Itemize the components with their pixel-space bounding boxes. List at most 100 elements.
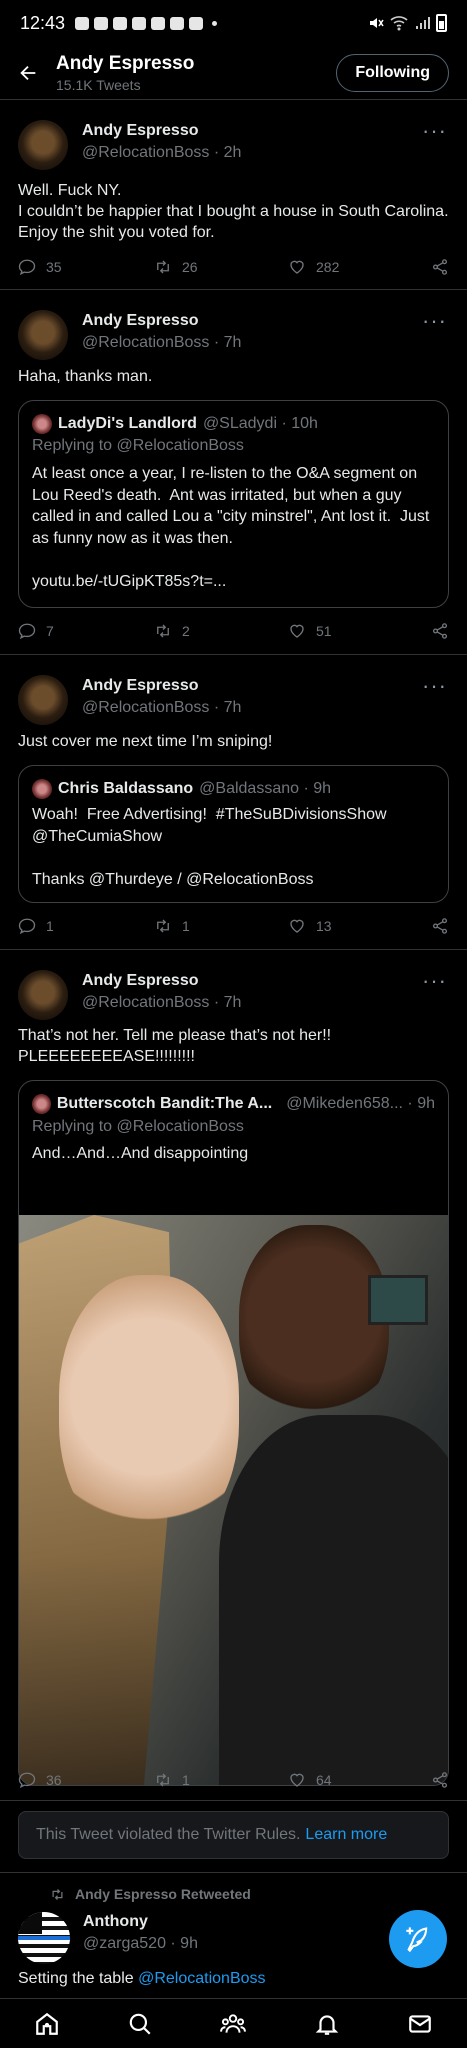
- quoted-handle: @Baldassano · 9h: [199, 780, 332, 797]
- quoted-tweet[interactable]: LadyDi's Landlord @SLadydi · 10h Replyin…: [18, 400, 449, 608]
- learn-more-link[interactable]: Learn more: [305, 1826, 387, 1844]
- more-options-icon[interactable]: ···: [422, 673, 447, 699]
- header-tweet-count: 15.1K Tweets: [56, 76, 141, 93]
- quoted-display-name: Butterscotch Bandit:The A...: [56, 1095, 273, 1112]
- like-button[interactable]: 282: [288, 258, 339, 276]
- display-name[interactable]: Andy Espresso: [82, 972, 241, 990]
- bottom-navigation: [0, 1998, 467, 2048]
- more-options-icon[interactable]: ···: [422, 968, 447, 994]
- avatar[interactable]: [18, 120, 68, 170]
- like-count: 282: [316, 259, 340, 275]
- retweeted-label: Andy Espresso Retweeted: [75, 1886, 251, 1902]
- heart-icon: [290, 260, 304, 274]
- share-icon: [432, 259, 448, 275]
- status-bar: 12:43: [0, 0, 467, 46]
- following-button[interactable]: Following: [336, 53, 449, 92]
- tweet[interactable]: Andy Espresso @RelocationBoss · 2h ··· W…: [0, 100, 467, 290]
- avatar[interactable]: [18, 675, 68, 725]
- tweet-actions: 35 26 282: [18, 255, 449, 279]
- handle-and-time: @RelocationBoss · 2h: [82, 144, 242, 161]
- display-name[interactable]: Anthony: [83, 1913, 148, 1931]
- tweet[interactable]: Andy Espresso @RelocationBoss · 7h ··· H…: [0, 290, 467, 655]
- quoted-text: At least once a year, I re-listen to the…: [32, 465, 430, 590]
- tweet-text: Setting the table @RelocationBoss: [18, 1970, 266, 1988]
- tweet-text: That’s not her. Tell me please that’s no…: [18, 1027, 332, 1065]
- retweet-button[interactable]: 26: [154, 258, 198, 276]
- notifications-bell-icon[interactable]: [314, 2011, 340, 2037]
- quoted-display-name: Chris Baldassano: [58, 780, 194, 797]
- quoted-text: Woah! Free Advertising! #TheSuBDivisions…: [32, 806, 387, 888]
- retweet-icon: [157, 919, 169, 933]
- quoted-text: And…And…And disappointing: [32, 1145, 249, 1162]
- like-count: 13: [316, 918, 332, 934]
- quoted-display-name: LadyDi's Landlord: [58, 415, 197, 432]
- search-icon[interactable]: [127, 2011, 153, 2037]
- share-icon: [432, 623, 448, 639]
- reply-button[interactable]: 36: [18, 1771, 62, 1789]
- tweet-text: Just cover me next time I’m sniping!: [18, 733, 273, 750]
- profile-header: Andy Espresso 15.1K Tweets Following: [0, 46, 467, 100]
- display-name[interactable]: Andy Espresso: [82, 312, 241, 330]
- retweet-count: 2: [182, 623, 190, 639]
- quoted-tweet-header: Butterscotch Bandit:The A... @Mikeden658…: [32, 1094, 435, 1114]
- tweet-text: Haha, thanks man.: [18, 368, 153, 385]
- tweet[interactable]: Andy Espresso @RelocationBoss · 7h ··· J…: [0, 655, 467, 950]
- share-button[interactable]: [431, 917, 449, 935]
- more-options-icon[interactable]: ···: [422, 308, 447, 334]
- avatar[interactable]: [18, 310, 68, 360]
- share-icon: [432, 918, 448, 934]
- like-button[interactable]: 51: [288, 622, 332, 640]
- back-button[interactable]: [0, 62, 56, 84]
- notification-icons: [75, 16, 218, 30]
- reply-icon: [18, 259, 36, 276]
- more-options-icon[interactable]: ···: [422, 118, 447, 144]
- retweet-button[interactable]: 1: [154, 1771, 190, 1789]
- share-button[interactable]: [431, 258, 449, 276]
- mention-link[interactable]: @RelocationBoss: [138, 1970, 265, 1987]
- avatar[interactable]: [18, 970, 68, 1020]
- reply-button[interactable]: 7: [18, 622, 54, 640]
- like-button[interactable]: 64: [288, 1771, 332, 1789]
- display-name[interactable]: Andy Espresso: [82, 122, 241, 140]
- violation-text: This Tweet violated the Twitter Rules.: [36, 1826, 301, 1843]
- battery-icon: [436, 14, 447, 32]
- mastodon-icon: [170, 16, 185, 30]
- reply-button[interactable]: 35: [18, 258, 62, 276]
- quoted-avatar: [32, 779, 52, 799]
- retweet-icon: [157, 260, 169, 274]
- tweet[interactable]: Andy Espresso @RelocationBoss · 7h ··· T…: [0, 950, 467, 1795]
- share-button[interactable]: [431, 622, 449, 640]
- gamepad-icon: [94, 16, 109, 30]
- heart-icon: [290, 919, 304, 933]
- chat-icon: [75, 16, 90, 30]
- retweet-button[interactable]: 1: [154, 917, 190, 935]
- retweet-button[interactable]: 2: [154, 622, 190, 640]
- communities-icon[interactable]: [220, 2011, 247, 2037]
- like-count: 51: [316, 623, 332, 639]
- quoted-photo[interactable]: [19, 1215, 448, 1785]
- like-button[interactable]: 13: [288, 917, 332, 935]
- messages-envelope-icon[interactable]: [407, 2011, 433, 2037]
- display-name[interactable]: Andy Espresso: [82, 677, 241, 695]
- retweet-icon: [157, 624, 169, 638]
- tweet-header: Andy Espresso @RelocationBoss · 7h: [18, 970, 241, 1020]
- quoted-tweet[interactable]: Butterscotch Bandit:The A... @Mikeden658…: [18, 1080, 449, 1786]
- free-icon: [132, 16, 147, 30]
- retweet-icon: [52, 1888, 63, 1900]
- avatar[interactable]: [18, 1912, 70, 1964]
- compose-tweet-button[interactable]: [389, 1910, 447, 1968]
- retweet-count: 1: [182, 1772, 190, 1788]
- handle-and-time: @RelocationBoss · 7h: [82, 994, 242, 1011]
- quoted-tweet-header: LadyDi's Landlord @SLadydi · 10h: [32, 414, 318, 434]
- share-button[interactable]: [431, 1771, 449, 1789]
- reply-count: 7: [46, 623, 54, 639]
- quoted-replying-to: Replying to @RelocationBoss: [32, 437, 244, 454]
- divider: [0, 1800, 467, 1801]
- reply-button[interactable]: 1: [18, 917, 54, 935]
- home-icon[interactable]: [34, 2011, 60, 2037]
- heart-icon: [290, 624, 304, 638]
- wifi-icon: [390, 16, 408, 31]
- divider: [0, 1872, 467, 1873]
- quoted-tweet[interactable]: Chris Baldassano @Baldassano · 9h Woah! …: [18, 765, 449, 903]
- mute-icon: [370, 18, 384, 28]
